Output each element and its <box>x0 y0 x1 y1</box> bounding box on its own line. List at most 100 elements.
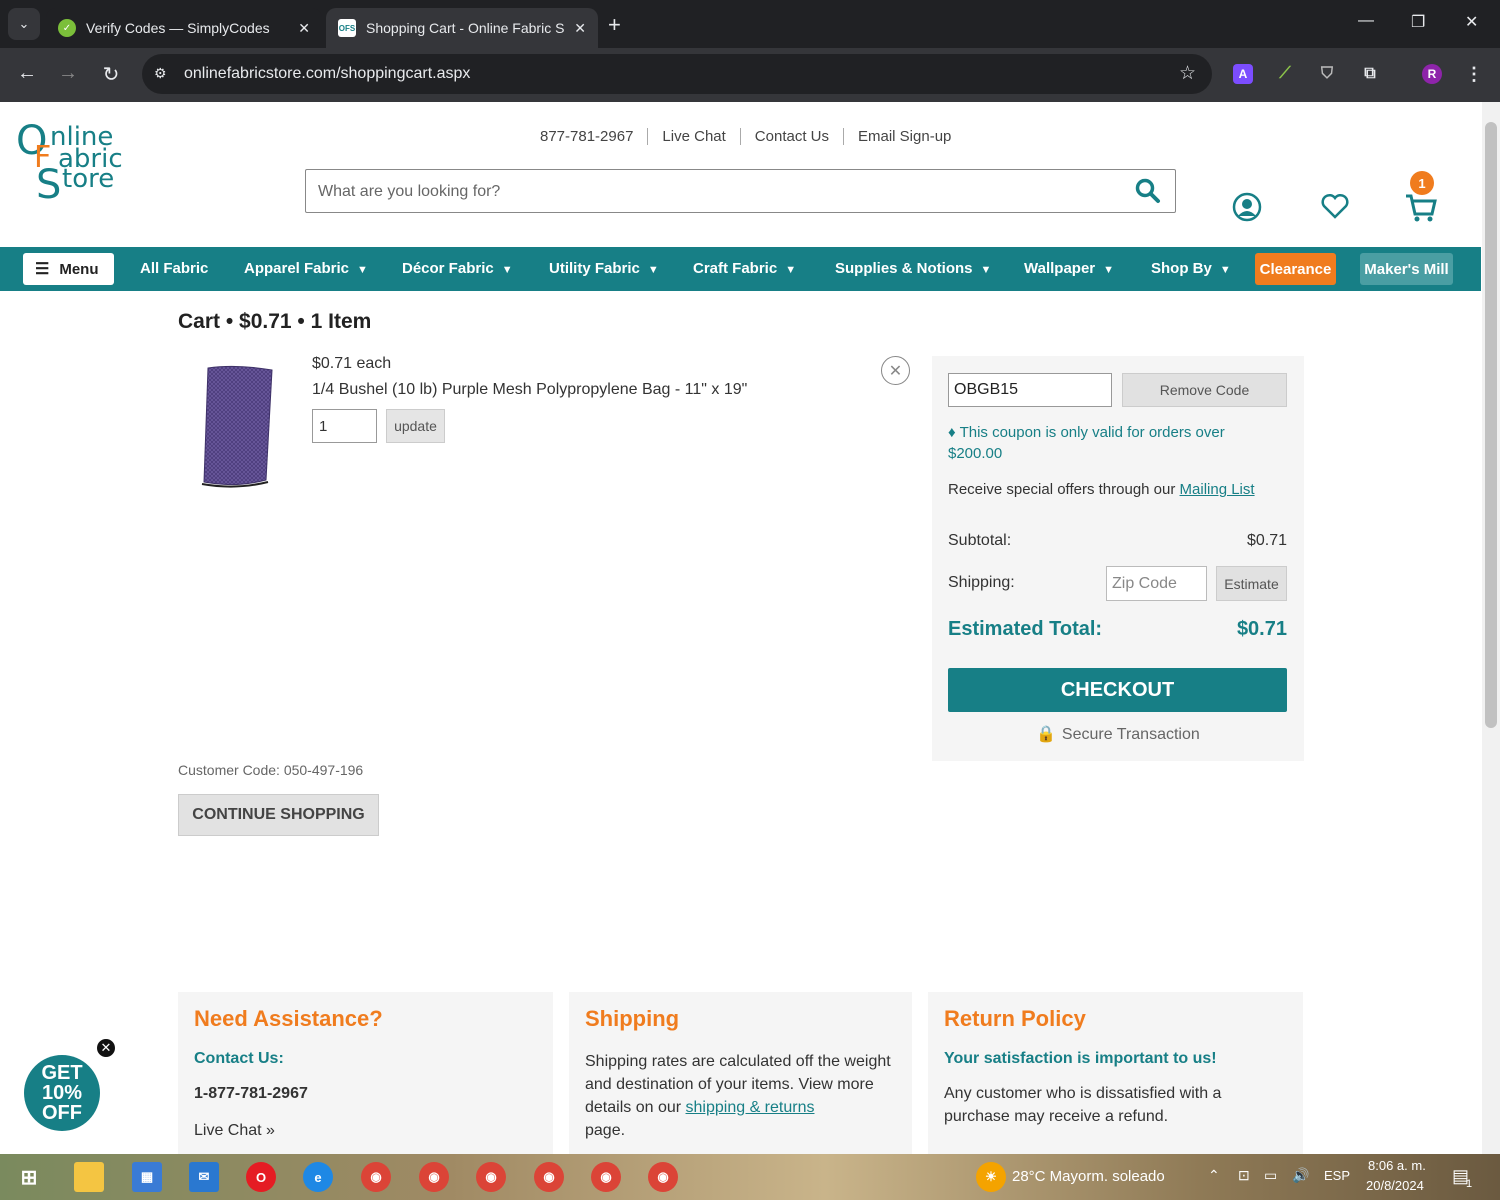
search-icon[interactable] <box>1135 178 1161 210</box>
mail-icon[interactable]: ✉ <box>189 1162 219 1192</box>
remove-item-close-icon[interactable]: ✕ <box>881 356 910 385</box>
cart-title: Cart • $0.71 • 1 Item <box>178 310 372 333</box>
back-icon[interactable]: ← <box>14 62 40 85</box>
logo-s: S <box>36 162 62 208</box>
continue-shopping-button[interactable]: CONTINUE SHOPPING <box>178 794 379 836</box>
extension-a-icon[interactable]: A <box>1233 64 1253 84</box>
item-name[interactable]: 1/4 Bushel (10 lb) Purple Mesh Polypropy… <box>312 381 747 399</box>
remove-code-button[interactable]: Remove Code <box>1122 373 1287 407</box>
wishlist-heart-icon[interactable] <box>1320 192 1350 228</box>
file-explorer-icon[interactable] <box>74 1162 104 1192</box>
simplycodes-favicon-icon: ✓ <box>58 19 76 37</box>
bookmark-star-icon[interactable]: ☆ <box>1179 62 1196 85</box>
page-scrollbar[interactable] <box>1482 102 1500 1154</box>
chrome-profile-5-icon[interactable]: ◉ <box>591 1162 621 1192</box>
profile-avatar[interactable]: R <box>1422 64 1442 84</box>
assistance-live-chat[interactable]: Live Chat » <box>194 1119 537 1142</box>
assistance-phone[interactable]: 1-877-781-2967 <box>194 1082 537 1105</box>
scrollbar-thumb[interactable] <box>1485 122 1497 728</box>
logo-line3: tore <box>62 164 115 194</box>
menu-label: Menu <box>59 260 99 278</box>
checkout-button[interactable]: CHECKOUT <box>948 668 1287 712</box>
cart-count-badge: 1 <box>1410 171 1434 195</box>
close-window-icon[interactable]: ✕ <box>1465 12 1478 32</box>
system-tray-chevron-icon[interactable]: ⌃ <box>1208 1167 1220 1184</box>
forward-icon[interactable]: → <box>55 62 81 85</box>
nav-craft-fabric[interactable]: Craft Fabric ▼ <box>693 260 796 277</box>
extension-chart-icon[interactable]: ⟋ <box>1275 64 1295 84</box>
product-image[interactable] <box>196 362 278 490</box>
contact-us-link[interactable]: Contact Us <box>739 128 843 145</box>
clock-date[interactable]: 20/8/2024 <box>1366 1178 1424 1193</box>
weather-sun-icon[interactable]: ☀ <box>976 1162 1006 1192</box>
update-button[interactable]: update <box>386 409 445 443</box>
windows-start-icon[interactable]: ⊞ <box>14 1162 44 1192</box>
diamond-bullet-icon: ♦ <box>948 424 960 441</box>
tab-search-button[interactable]: ⌄ <box>8 8 40 40</box>
shipping-returns-link[interactable]: shipping & returns <box>686 1099 815 1116</box>
cart-icon[interactable] <box>1404 192 1438 232</box>
coupon-code-input[interactable]: OBGB15 <box>948 373 1112 407</box>
meet-icon[interactable]: ⊡ <box>1238 1167 1250 1184</box>
chevron-down-icon: ▼ <box>501 264 513 276</box>
store-icon[interactable]: ▦ <box>132 1162 162 1192</box>
extension-shield-icon[interactable]: ⛉ <box>1317 64 1337 84</box>
shipping-label: Shipping: <box>948 574 1015 591</box>
search-placeholder: What are you looking for? <box>318 183 501 200</box>
estimate-button[interactable]: Estimate <box>1216 566 1287 601</box>
language-indicator[interactable]: ESP <box>1324 1168 1350 1183</box>
menu-button[interactable]: ☰ Menu <box>23 253 114 285</box>
live-chat-link[interactable]: Live Chat <box>647 128 739 145</box>
close-tab-icon[interactable]: ✕ <box>574 20 586 37</box>
volume-icon[interactable]: 🔊 <box>1292 1167 1309 1184</box>
account-icon[interactable] <box>1232 192 1262 230</box>
hamburger-icon: ☰ <box>35 261 50 278</box>
address-bar[interactable]: ⚙ onlinefabricstore.com/shoppingcart.asp… <box>142 54 1212 94</box>
subtotal-value: $0.71 <box>1246 532 1287 549</box>
nav-clearance[interactable]: Clearance <box>1255 253 1336 285</box>
new-tab-icon[interactable]: + <box>608 12 621 38</box>
nav-supplies-notions[interactable]: Supplies & Notions ▼ <box>835 260 991 277</box>
mailing-list-link[interactable]: Mailing List <box>1180 481 1255 498</box>
url-text[interactable]: onlinefabricstore.com/shoppingcart.aspx <box>184 65 470 83</box>
chrome-profile-3-icon[interactable]: ◉ <box>476 1162 506 1192</box>
chrome-profile-4-icon[interactable]: ◉ <box>534 1162 564 1192</box>
site-logo[interactable]: O nline F abric S tore <box>16 118 126 208</box>
quantity-input[interactable]: 1 <box>312 409 377 443</box>
phone-link[interactable]: 877-781-2967 <box>540 128 647 145</box>
reload-icon[interactable]: ↻ <box>98 62 124 87</box>
chevron-down-icon: ▼ <box>980 264 992 276</box>
tab-verify-codes[interactable]: ✓ Verify Codes — SimplyCodes ✕ <box>46 8 322 48</box>
zip-code-input[interactable]: Zip Code <box>1106 566 1207 601</box>
network-icon[interactable]: ▭ <box>1264 1167 1277 1184</box>
chevron-down-icon: ▼ <box>357 264 368 276</box>
minimize-icon[interactable]: — <box>1358 12 1374 30</box>
email-signup-link[interactable]: Email Sign-up <box>843 128 965 145</box>
nav-utility-fabric[interactable]: Utility Fabric ▼ <box>549 260 659 277</box>
secure-transaction: 🔒 Secure Transaction <box>1036 726 1200 743</box>
nav-all-fabric[interactable]: All Fabric <box>140 260 208 277</box>
contact-us-heading: Contact Us: <box>194 1050 284 1067</box>
chrome-profile-2-icon[interactable]: ◉ <box>419 1162 449 1192</box>
site-info-icon[interactable]: ⚙ <box>154 65 167 82</box>
nav-shop-by[interactable]: Shop By ▼ <box>1151 260 1231 277</box>
clock-time[interactable]: 8:06 a. m. <box>1368 1158 1426 1173</box>
edge-icon[interactable]: e <box>303 1162 333 1192</box>
chrome-profile-1-icon[interactable]: ◉ <box>361 1162 391 1192</box>
tab-shopping-cart[interactable]: OFS Shopping Cart - Online Fabric S ✕ <box>326 8 598 48</box>
chrome-profile-6-icon[interactable]: ◉ <box>648 1162 678 1192</box>
nav-decor-fabric[interactable]: Décor Fabric ▼ <box>402 260 513 277</box>
search-input[interactable]: What are you looking for? <box>305 169 1176 213</box>
estimated-total-row: Estimated Total: $0.71 <box>948 618 1287 641</box>
browser-menu-icon[interactable]: ⋮ <box>1464 64 1484 84</box>
nav-wallpaper[interactable]: Wallpaper ▼ <box>1024 260 1114 277</box>
extensions-puzzle-icon[interactable]: ⧉ <box>1360 64 1380 84</box>
promo-get-10-off[interactable]: GET 10% OFF <box>24 1055 100 1131</box>
weather-text[interactable]: 28°C Mayorm. soleado <box>1012 1168 1165 1185</box>
promo-close-icon[interactable]: ✕ <box>95 1037 117 1059</box>
opera-icon[interactable]: O <box>246 1162 276 1192</box>
nav-makers-mill[interactable]: Maker's Mill <box>1360 253 1453 285</box>
close-tab-icon[interactable]: ✕ <box>298 20 310 37</box>
restore-icon[interactable]: ❐ <box>1411 12 1425 32</box>
nav-apparel-fabric[interactable]: Apparel Fabric ▼ <box>244 260 368 277</box>
